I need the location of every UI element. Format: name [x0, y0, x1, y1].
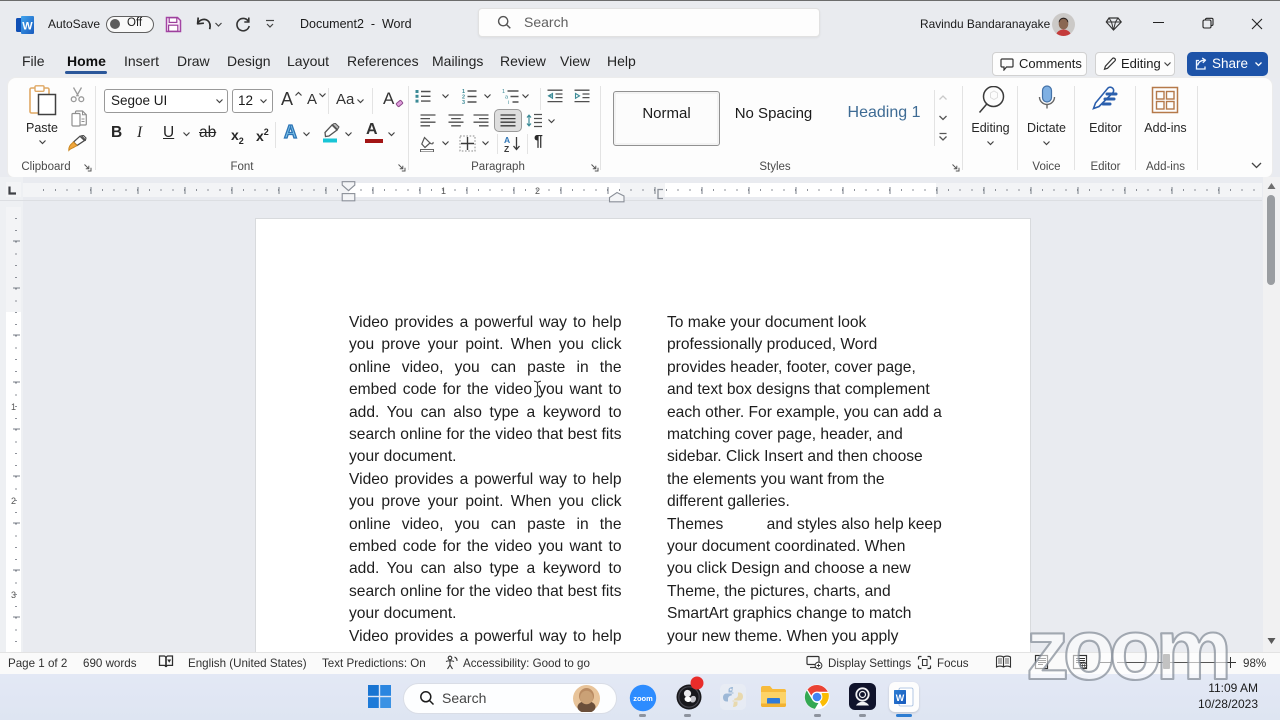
svg-text:W: W: [22, 21, 33, 33]
svg-text:W: W: [896, 693, 905, 703]
svg-text:3: 3: [462, 100, 465, 104]
svg-text:Z: Z: [504, 144, 509, 152]
svg-text:zoom: zoom: [633, 694, 653, 703]
svg-text:i: i: [508, 100, 509, 104]
svg-text:zoom: zoom: [1026, 614, 1232, 686]
